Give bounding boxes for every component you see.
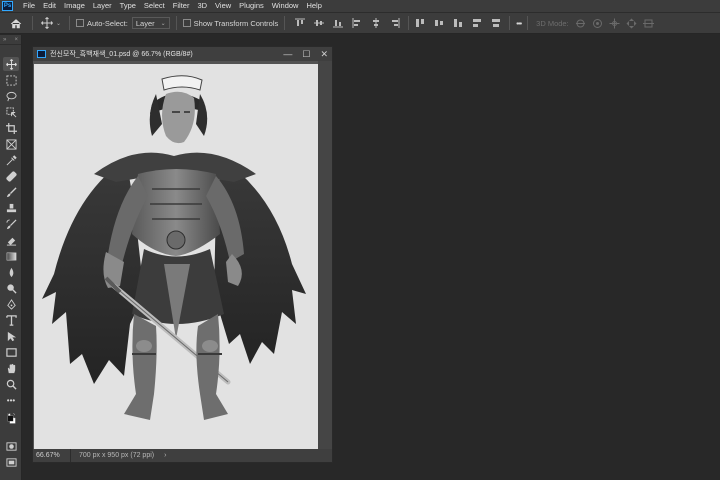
auto-select-dropdown[interactable]: Layer ⌄	[131, 17, 170, 29]
document-info: 700 px x 950 px (72 ppi)	[79, 452, 155, 459]
distribute-bottom-icon[interactable]	[453, 18, 463, 28]
divider	[175, 16, 177, 30]
auto-select-value: Layer	[135, 18, 155, 28]
object-selection-tool-icon[interactable]	[3, 105, 19, 119]
menu-window[interactable]: Window	[268, 0, 303, 12]
close-document-button[interactable]: ✕	[320, 47, 328, 61]
hand-tool-icon[interactable]	[3, 361, 19, 375]
3d-scale-icon[interactable]	[642, 18, 654, 29]
eraser-tool-icon[interactable]	[3, 233, 19, 247]
3d-slide-icon[interactable]	[626, 18, 637, 29]
menu-layer[interactable]: Layer	[89, 0, 116, 12]
align-horizontal-centers-icon[interactable]	[371, 18, 381, 28]
move-tool-icon[interactable]	[3, 57, 19, 71]
menu-plugins[interactable]: Plugins	[235, 0, 268, 12]
options-bar: ⌄ Auto-Select: Layer ⌄ Show Transform Co…	[0, 12, 720, 34]
frame-tool-icon[interactable]	[3, 137, 19, 151]
zoom-tool-icon[interactable]	[3, 377, 19, 391]
canvas[interactable]	[34, 64, 318, 449]
path-selection-tool-icon[interactable]	[3, 329, 19, 343]
menu-3d[interactable]: 3D	[193, 0, 211, 12]
menu-select[interactable]: Select	[140, 0, 169, 12]
3d-roll-icon[interactable]	[592, 18, 603, 29]
distribute-left-icon[interactable]	[472, 18, 482, 28]
distribute-top-icon[interactable]	[415, 18, 425, 28]
distribute-group	[415, 18, 501, 28]
color-swatches[interactable]	[3, 407, 19, 429]
character-illustration	[42, 75, 306, 420]
align-bottom-edges-icon[interactable]	[333, 18, 344, 28]
blur-tool-icon[interactable]	[3, 265, 19, 279]
auto-select-checkbox[interactable]	[76, 19, 84, 27]
align-top-edges-icon[interactable]	[295, 18, 306, 28]
history-brush-tool-icon[interactable]	[3, 217, 19, 231]
menu-help[interactable]: Help	[302, 0, 325, 12]
rectangle-tool-icon[interactable]	[3, 345, 19, 359]
pen-tool-icon[interactable]	[3, 297, 19, 311]
menu-edit[interactable]: Edit	[39, 0, 60, 12]
show-transform-checkbox[interactable]	[182, 19, 191, 27]
distribute-horizontal-icon[interactable]	[491, 18, 501, 28]
3d-mode-label: 3D Mode:	[536, 18, 569, 28]
align-right-edges-icon[interactable]	[390, 18, 400, 28]
menu-file[interactable]: File	[19, 0, 39, 12]
chevron-down-icon: ⌄	[55, 20, 62, 27]
align-left-edges-icon[interactable]	[352, 18, 362, 28]
3d-orbit-icon[interactable]	[575, 18, 586, 29]
divider	[32, 16, 33, 30]
screen-mode-icon[interactable]	[3, 455, 19, 469]
home-icon[interactable]	[6, 13, 26, 33]
brush-tool-icon[interactable]	[3, 185, 19, 199]
zoom-level-field[interactable]: 66.67%	[33, 449, 71, 462]
psd-file-icon	[37, 50, 46, 58]
document-titlebar[interactable]: 전신모작_흑백재색_01.psd @ 66.7% (RGB/8#) — ☐ ✕	[33, 47, 332, 61]
show-transform-label: Show Transform Controls	[193, 18, 279, 28]
gradient-tool-icon[interactable]	[3, 249, 19, 263]
maximize-button[interactable]: ☐	[302, 47, 310, 61]
photoshop-window: Ps File Edit Image Layer Type Select Fil…	[0, 0, 720, 480]
quick-mask-icon[interactable]	[3, 439, 19, 453]
menu-filter[interactable]: Filter	[169, 0, 194, 12]
status-menu-arrow-icon[interactable]: ›	[164, 452, 166, 459]
healing-brush-tool-icon[interactable]	[3, 169, 19, 183]
document-window: 전신모작_흑백재색_01.psd @ 66.7% (RGB/8#) — ☐ ✕	[32, 46, 333, 463]
vertical-scrollbar[interactable]	[318, 61, 332, 451]
menu-bar: Ps File Edit Image Layer Type Select Fil…	[0, 0, 720, 12]
3d-mode-group	[575, 18, 654, 29]
photoshop-logo-icon: Ps	[2, 1, 13, 11]
collapse-icon[interactable]: »	[3, 37, 6, 43]
window-controls: — ☐ ✕	[283, 47, 328, 61]
align-group	[295, 18, 400, 28]
3d-pan-icon[interactable]	[609, 18, 620, 29]
menu-image[interactable]: Image	[60, 0, 89, 12]
canvas-area[interactable]	[33, 61, 318, 451]
move-tool-preset-icon[interactable]: ⌄	[39, 17, 63, 29]
type-tool-icon[interactable]	[3, 313, 19, 327]
divider	[408, 16, 410, 30]
menu-type[interactable]: Type	[116, 0, 140, 12]
divider	[284, 16, 286, 30]
document-status-bar: 66.67% 700 px x 950 px (72 ppi) ›	[33, 449, 332, 462]
tools-panel-header: » ×	[0, 35, 21, 45]
lasso-tool-icon[interactable]	[3, 89, 19, 103]
align-vertical-centers-icon[interactable]	[314, 18, 325, 28]
divider	[527, 16, 529, 30]
more-options-button[interactable]: •••	[516, 19, 522, 28]
document-title: 전신모작_흑백재색_01.psd @ 66.7% (RGB/8#)	[50, 51, 193, 58]
edit-toolbar-button[interactable]: •••	[3, 393, 19, 407]
clone-stamp-tool-icon[interactable]	[3, 201, 19, 215]
divider	[509, 16, 511, 30]
chevron-down-icon: ⌄	[160, 20, 166, 27]
divider	[69, 16, 70, 30]
auto-select-label: Auto-Select:	[87, 18, 128, 28]
minimize-button[interactable]: —	[283, 47, 292, 61]
tools-panel: » × •••	[0, 35, 22, 480]
eyedropper-tool-icon[interactable]	[3, 153, 19, 167]
dodge-tool-icon[interactable]	[3, 281, 19, 295]
close-icon[interactable]: ×	[14, 37, 18, 43]
crop-tool-icon[interactable]	[3, 121, 19, 135]
menu-view[interactable]: View	[211, 0, 235, 12]
distribute-center-icon[interactable]	[434, 18, 444, 28]
marquee-tool-icon[interactable]	[3, 73, 19, 87]
